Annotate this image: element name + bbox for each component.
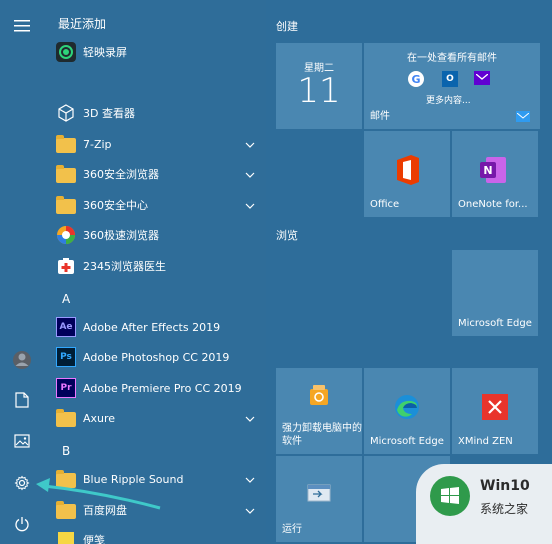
run-tile[interactable]: 运行: [276, 456, 362, 542]
office-tile[interactable]: Office: [364, 131, 450, 217]
tile-label: 强力卸载电脑中的软件: [282, 423, 362, 447]
list-item[interactable]: 轻映录屏: [44, 38, 266, 68]
list-item-label: Blue Ripple Sound: [83, 473, 184, 486]
recent-header: 最近添加: [58, 17, 107, 31]
list-item-label: 360安全中心: [83, 199, 148, 212]
left-rail: [0, 0, 44, 544]
list-item-label: Axure: [83, 412, 116, 425]
calendar-tile[interactable]: 星期二 11: [276, 43, 362, 129]
list-item[interactable]: Axure: [44, 404, 266, 434]
list-item-label: 百度网盘: [83, 504, 127, 517]
screen-recorder-icon: [56, 42, 76, 62]
edge-logo-icon: [392, 392, 422, 422]
list-item-label: 轻映录屏: [83, 46, 127, 59]
list-item-label: Adobe After Effects 2019: [83, 321, 221, 334]
windows-logo-icon: [430, 476, 470, 516]
xmind-logo-icon: [482, 394, 508, 420]
list-item-label: 360安全浏览器: [83, 168, 159, 181]
list-item[interactable]: Blue Ripple Sound: [44, 465, 266, 495]
premiere-pro-icon: Pr: [56, 378, 76, 398]
google-icon: G: [408, 71, 424, 87]
chevron-down-icon[interactable]: [244, 169, 256, 181]
list-item[interactable]: 百度网盘: [44, 496, 266, 526]
power-icon[interactable]: [0, 504, 44, 544]
list-item[interactable]: Ae Adobe After Effects 2019: [44, 313, 266, 343]
section-title-browse[interactable]: 浏览: [276, 227, 298, 243]
tile-label: OneNote for...: [458, 199, 528, 210]
list-item-label: Adobe Photoshop CC 2019: [83, 351, 230, 364]
list-item[interactable]: 360安全中心: [44, 191, 266, 221]
list-item-label: 360极速浏览器: [83, 229, 159, 242]
list-item[interactable]: 3D 查看器: [44, 99, 266, 129]
browser-doctor-icon: [56, 256, 76, 276]
mail-tile[interactable]: 在一处查看所有邮件 G O 更多内容... 邮件: [364, 43, 540, 129]
mail-heading: 在一处查看所有邮件: [407, 53, 497, 64]
list-item-label: 3D 查看器: [83, 107, 135, 120]
watermark-subtitle: 系统之家: [480, 502, 529, 516]
photoshop-icon: Ps: [56, 347, 76, 367]
run-icon: [306, 482, 332, 504]
edge-tile[interactable]: Microsoft Edge: [364, 368, 450, 454]
tile-label: Microsoft Edge: [458, 318, 532, 329]
edge-tile-large[interactable]: Microsoft Edge: [452, 250, 538, 336]
tile-label: 邮件: [370, 111, 390, 122]
tile-label: Microsoft Edge: [370, 436, 444, 447]
watermark: Win10 系统之家: [416, 464, 552, 544]
cube-icon: [56, 103, 76, 123]
folder-icon: [56, 500, 76, 520]
tile-label: Office: [370, 199, 400, 210]
folder-icon: [56, 408, 76, 428]
pictures-icon[interactable]: [0, 421, 44, 461]
onenote-logo-icon: N: [478, 155, 508, 185]
group-header-a[interactable]: A: [62, 289, 70, 309]
hamburger-menu-icon[interactable]: [0, 6, 44, 46]
list-item[interactable]: Pr Adobe Premiere Pro CC 2019: [44, 374, 266, 404]
mail-more-text: 更多内容...: [426, 96, 471, 106]
chevron-down-icon[interactable]: [244, 413, 256, 425]
list-item-label: 便笺: [83, 534, 105, 544]
gear-icon[interactable]: [0, 463, 44, 503]
list-item[interactable]: 360安全浏览器: [44, 160, 266, 190]
chevron-down-icon[interactable]: [244, 505, 256, 517]
documents-icon[interactable]: [0, 380, 44, 420]
section-title-create[interactable]: 创建: [276, 18, 298, 34]
app-list: 最近添加 轻映录屏 3D 查看器 7-Zip 360安全浏览器 360安全中心 …: [44, 0, 266, 544]
svg-text:N: N: [483, 164, 492, 177]
folder-icon: [56, 195, 76, 215]
uninstaller-tile[interactable]: 强力卸载电脑中的软件: [276, 368, 362, 454]
mail-envelope-icon: [516, 111, 530, 122]
list-item[interactable]: 7-Zip: [44, 130, 266, 160]
after-effects-icon: Ae: [56, 317, 76, 337]
xmind-tile[interactable]: XMind ZEN: [452, 368, 538, 454]
list-item[interactable]: Ps Adobe Photoshop CC 2019: [44, 343, 266, 373]
tile-label: 运行: [282, 524, 302, 535]
folder-icon: [56, 164, 76, 184]
yahoo-mail-icon: [474, 71, 490, 85]
group-header-b[interactable]: B: [62, 441, 70, 461]
folder-icon: [56, 134, 76, 154]
browser-icon: [56, 225, 76, 245]
list-item[interactable]: 360极速浏览器: [44, 221, 266, 251]
sticky-notes-icon: [56, 530, 76, 544]
uninstaller-icon: [306, 382, 332, 408]
list-item[interactable]: 便笺: [44, 526, 266, 544]
list-item-label: 7-Zip: [83, 138, 112, 151]
calendar-day: 11: [297, 71, 341, 111]
list-item[interactable]: 2345浏览器医生: [44, 252, 266, 282]
onenote-tile[interactable]: N OneNote for...: [452, 131, 538, 217]
avatar[interactable]: [0, 340, 44, 380]
folder-icon: [56, 469, 76, 489]
list-item-label: Adobe Premiere Pro CC 2019: [83, 382, 242, 395]
chevron-down-icon[interactable]: [244, 474, 256, 486]
watermark-title: Win10: [480, 478, 530, 494]
chevron-down-icon[interactable]: [244, 139, 256, 151]
tiles-area: 创建 星期二 11 在一处查看所有邮件 G O 更多内容... 邮件 Offic…: [266, 0, 552, 544]
chevron-down-icon[interactable]: [244, 200, 256, 212]
outlook-icon: O: [442, 71, 458, 87]
office-logo-icon: [392, 153, 422, 187]
tile-label: XMind ZEN: [458, 436, 513, 447]
list-item-label: 2345浏览器医生: [83, 260, 166, 273]
